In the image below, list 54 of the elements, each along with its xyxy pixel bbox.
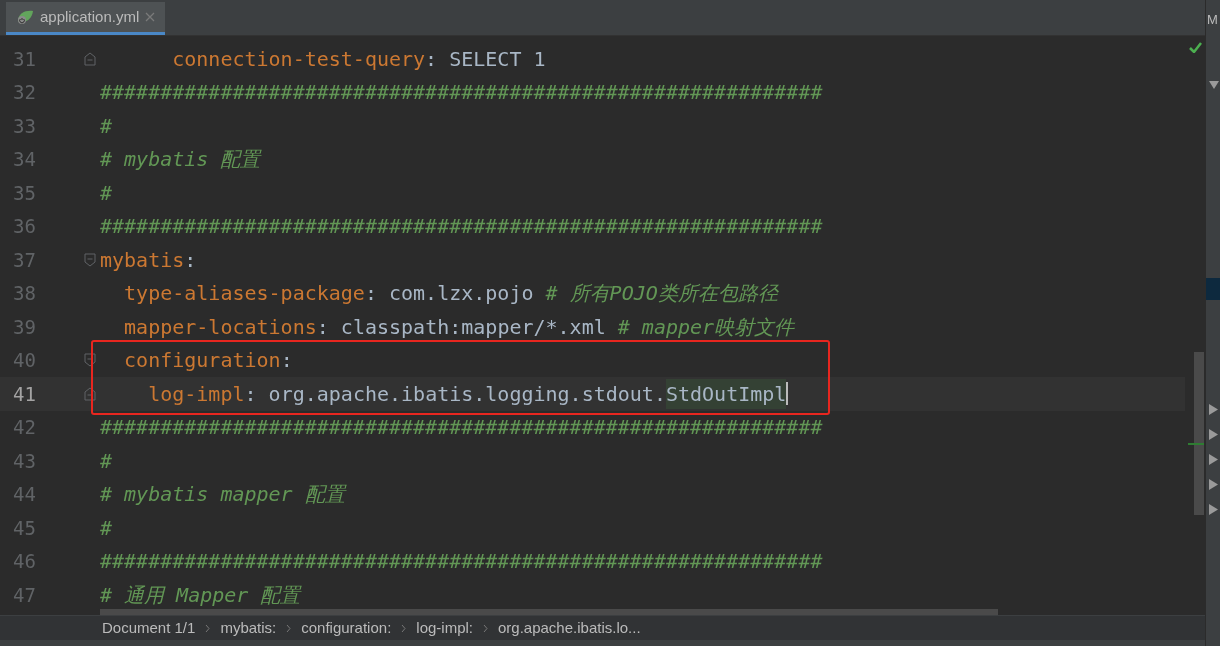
code-token: configuration (123, 347, 281, 375)
breadcrumb[interactable]: log-impl: (416, 616, 473, 640)
line-number: 39 (12, 314, 36, 340)
code-comment: ############################################################ (100, 213, 823, 241)
code-comment: # (100, 179, 113, 207)
line-number: 38 (12, 281, 36, 306)
code-token: connection-test-query (171, 45, 426, 73)
line-number: 40 (12, 348, 36, 373)
code-comment: # (100, 447, 113, 475)
code-token: : (364, 280, 378, 308)
code-comment: # mybatis 配置 (100, 146, 261, 174)
breadcrumb[interactable]: configuration: (301, 616, 392, 640)
line-number: 46 (12, 549, 36, 574)
panel-title[interactable]: M (1207, 10, 1218, 30)
line-number: 37 (12, 247, 36, 273)
code-token: type-aliases-package (123, 280, 365, 308)
line-number: 44 (12, 482, 36, 507)
code-comment: # 通用 Mapper 配置 (100, 581, 301, 609)
code-comment: ############################################################ (100, 548, 823, 576)
code-token: StdOutImpl (665, 378, 787, 409)
code-token: SELECT 1 (449, 45, 546, 73)
code-token: : (244, 380, 258, 408)
breadcrumb[interactable]: Document 1/1 (102, 616, 196, 640)
code-comment: # mybatis mapper 配置 (100, 481, 345, 509)
file-tab[interactable]: application.yml (6, 2, 166, 35)
line-number: 41 (12, 381, 36, 407)
breadcrumb[interactable]: org.apache.ibatis.lo... (498, 616, 641, 640)
code-token: log-impl (147, 380, 245, 408)
code-token: : (184, 246, 197, 274)
code-comment: # mapper映射文件 (616, 313, 795, 341)
line-number: 34 (12, 147, 36, 172)
line-number: 36 (12, 214, 36, 239)
code-token: com.lzx.pojo (389, 280, 534, 308)
line-number: 33 (12, 113, 36, 139)
line-number: 35 (12, 180, 36, 206)
code-token: : (280, 347, 293, 375)
line-number: 47 (12, 582, 36, 608)
line-number: 32 (12, 80, 36, 105)
code-token: mapper-locations (123, 313, 317, 341)
line-number: 31 (12, 46, 36, 72)
code-token: : (425, 45, 439, 73)
code-comment: ############################################################ (100, 414, 823, 442)
code-comment: # 所有POJO类所在包路径 (544, 280, 778, 308)
code-comment: ############################################################ (100, 79, 823, 107)
code-comment: # (100, 514, 113, 542)
line-number: 45 (12, 515, 36, 541)
code-token: classpath:mapper/*.xml (340, 313, 606, 341)
code-comment: # (100, 112, 113, 140)
code-token: org.apache.ibatis.logging.stdout. (268, 380, 666, 408)
breadcrumb[interactable]: mybatis: (220, 616, 277, 640)
code-token: : (316, 313, 330, 341)
line-number: 42 (12, 415, 36, 440)
code-token: mybatis (100, 246, 185, 274)
line-number: 43 (12, 448, 36, 474)
